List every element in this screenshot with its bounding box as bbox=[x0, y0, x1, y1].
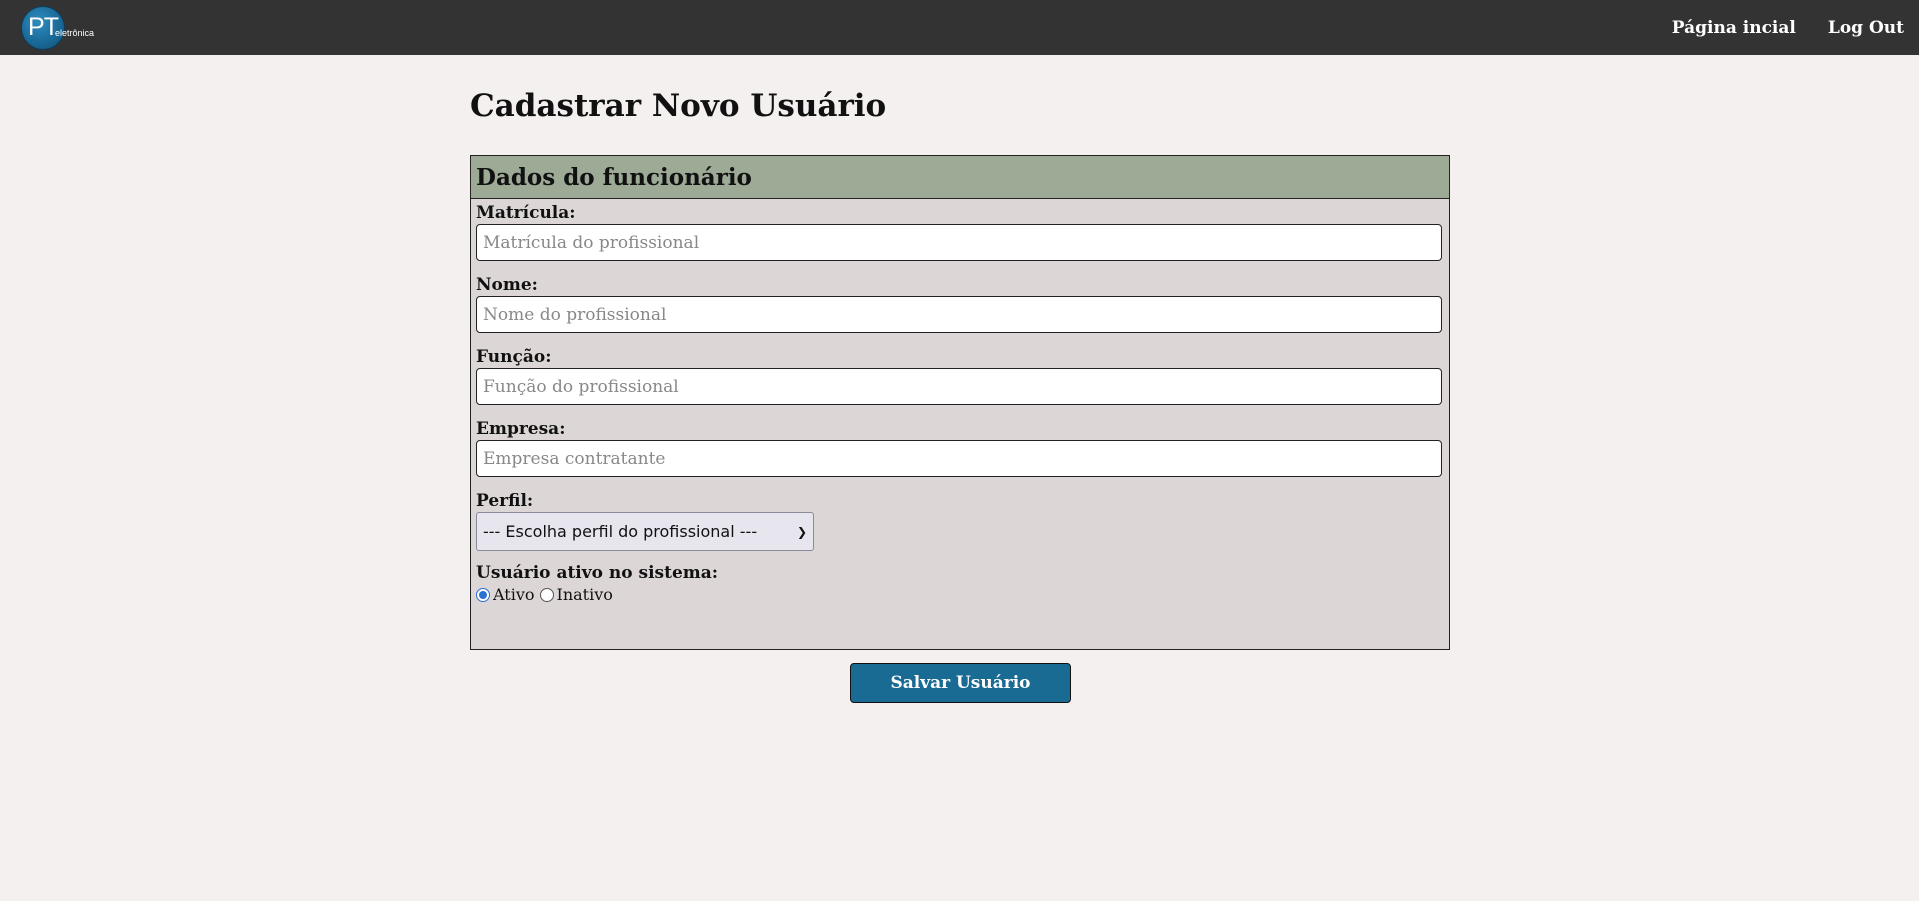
logo-text: PT bbox=[28, 13, 59, 41]
radio-ativo[interactable] bbox=[476, 587, 490, 602]
field-matricula: Matrícula: bbox=[476, 202, 1444, 262]
perfil-select[interactable]: --- Escolha perfil do profissional --- ❯ bbox=[476, 512, 814, 552]
perfil-selected-value: --- Escolha perfil do profissional --- bbox=[483, 522, 758, 542]
chevron-down-icon: ❯ bbox=[796, 524, 807, 539]
funcao-input[interactable] bbox=[476, 368, 1442, 406]
main-content: Cadastrar Novo Usuário Dados do funcioná… bbox=[470, 55, 1450, 703]
radio-inativo[interactable] bbox=[539, 587, 554, 602]
nav-home-link[interactable]: Página incial bbox=[1672, 18, 1796, 38]
status-label: Usuário ativo no sistema: bbox=[476, 563, 719, 584]
empresa-label: Empresa: bbox=[476, 419, 566, 440]
field-empresa: Empresa: bbox=[476, 418, 1444, 478]
logo[interactable]: PT eletrônica bbox=[21, 5, 94, 50]
nav-logout-link[interactable]: Log Out bbox=[1828, 18, 1904, 38]
page-title: Cadastrar Novo Usuário bbox=[470, 88, 887, 124]
nome-input[interactable] bbox=[476, 296, 1442, 334]
field-nome: Nome: bbox=[476, 274, 1444, 334]
radio-inativo-label[interactable]: Inativo bbox=[557, 585, 613, 604]
section-title: Dados do funcionário bbox=[471, 156, 1449, 200]
radio-ativo-label[interactable]: Ativo bbox=[493, 585, 535, 604]
perfil-label: Perfil: bbox=[476, 491, 534, 512]
save-user-button[interactable]: Salvar Usuário bbox=[850, 663, 1071, 703]
field-status: Usuário ativo no sistema: Ativo Inativo bbox=[476, 562, 1444, 604]
funcao-label: Função: bbox=[476, 347, 552, 368]
field-perfil: Perfil: --- Escolha perfil do profission… bbox=[476, 490, 1444, 552]
status-radio-group: Ativo Inativo bbox=[476, 585, 1444, 604]
nav-links: Página incial Log Out bbox=[1640, 18, 1904, 38]
form-body: Matrícula: Nome: Função: Empresa: Perfil… bbox=[471, 199, 1449, 604]
nome-label: Nome: bbox=[476, 275, 538, 296]
empresa-input[interactable] bbox=[476, 440, 1442, 478]
field-funcao: Função: bbox=[476, 346, 1444, 406]
matricula-label: Matrícula: bbox=[476, 203, 576, 224]
matricula-input[interactable] bbox=[476, 224, 1442, 262]
top-navbar: PT eletrônica Página incial Log Out bbox=[0, 0, 1919, 55]
employee-form-panel: Dados do funcionário Matrícula: Nome: Fu… bbox=[470, 155, 1450, 651]
logo-subtext: eletrônica bbox=[55, 27, 95, 38]
